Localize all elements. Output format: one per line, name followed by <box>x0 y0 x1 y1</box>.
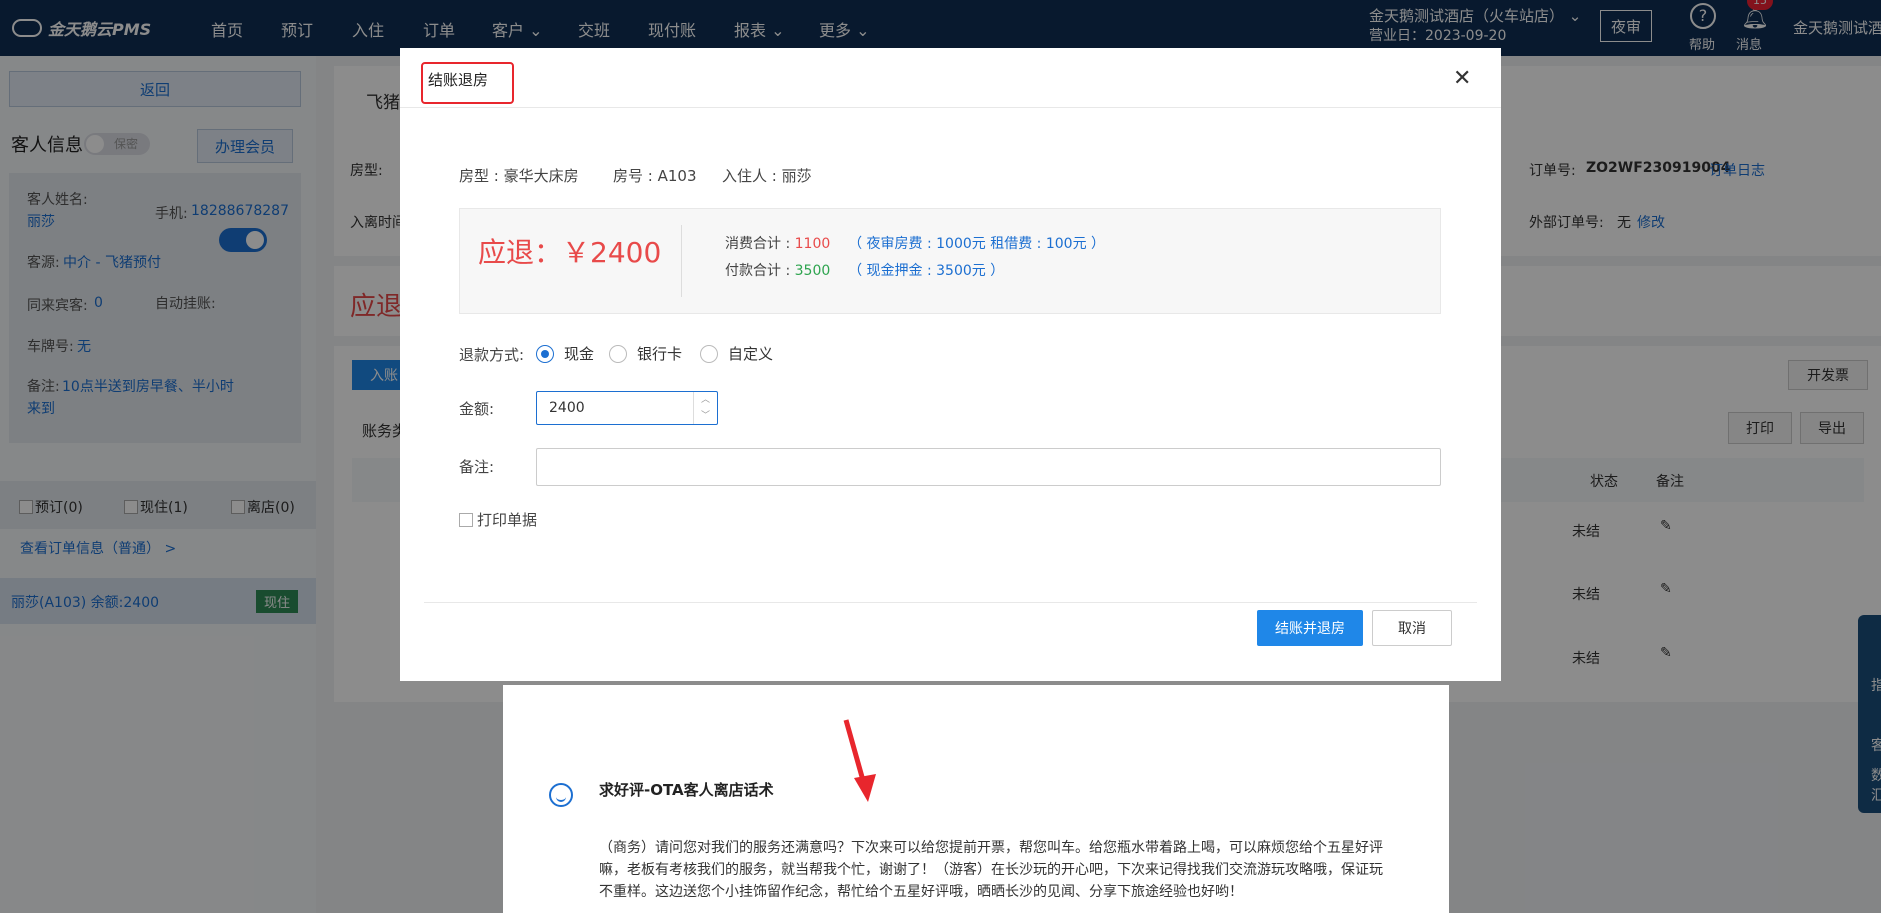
method-bank-card[interactable]: 银行卡 <box>609 343 682 364</box>
pay-value: 3500 <box>794 263 831 279</box>
title-highlight-box <box>421 62 514 104</box>
method-custom[interactable]: 自定义 <box>700 343 773 364</box>
chevron-down-icon[interactable]: ﹀ <box>694 408 717 424</box>
remark-label: 备注: <box>459 458 495 476</box>
amount-stepper[interactable]: ︿ ﹀ <box>693 392 717 424</box>
consume-detail: （ 夜审房费 : 1000元 租借费 : 100元 ） <box>848 236 1106 252</box>
radio-checked-icon[interactable] <box>536 344 554 363</box>
settlement-summary: 应退：￥2400 消费合计 : 1100 （ 夜审房费 : 1000元 租借费 … <box>459 208 1441 314</box>
red-arrow-annotation <box>843 719 876 802</box>
amount-label: 金额: <box>459 400 495 418</box>
room-type: 房型 : 豪华大床房 <box>459 167 579 185</box>
checkout-confirm-button[interactable]: 结账并退房 <box>1257 610 1363 646</box>
tip-title: 求好评-OTA客人离店话术 <box>599 781 774 799</box>
chevron-up-icon[interactable]: ︿ <box>694 392 717 408</box>
checkout-modal: 结账退房 ✕ 房型 : 豪华大床房 房号 : A103 入住人 : 丽莎 应退：… <box>400 48 1501 681</box>
consume-total: 消费合计 : 1100 （ 夜审房费 : 1000元 租借费 : 100元 ） <box>725 233 1105 253</box>
radio-icon[interactable] <box>609 344 627 363</box>
close-icon[interactable]: ✕ <box>1453 66 1471 91</box>
consume-value: 1100 <box>794 236 831 252</box>
pay-label: 付款合计 : <box>725 263 795 279</box>
divider <box>681 225 682 297</box>
method-cash-label: 现金 <box>564 345 595 363</box>
method-custom-label: 自定义 <box>728 345 774 363</box>
checkbox[interactable] <box>459 512 473 527</box>
method-cash[interactable]: 现金 <box>536 343 594 364</box>
consume-label: 消费合计 : <box>725 236 795 252</box>
divider <box>424 602 1477 603</box>
print-receipt-option[interactable]: 打印单据 <box>459 509 537 530</box>
method-bank-card-label: 银行卡 <box>637 345 683 363</box>
payment-total: 付款合计 : 3500 （ 现金押金 : 3500元 ） <box>725 260 1004 280</box>
radio-icon[interactable] <box>700 344 718 363</box>
tip-card: 求好评-OTA客人离店话术 （商务）请问您对我们的服务还满意吗？下次来可以给您提… <box>503 685 1449 913</box>
amount-input[interactable] <box>536 391 718 425</box>
smile-icon <box>549 783 573 807</box>
cancel-button[interactable]: 取消 <box>1372 610 1452 646</box>
print-receipt-label: 打印单据 <box>477 511 538 529</box>
guest-name: 入住人 : 丽莎 <box>722 167 812 185</box>
divider <box>400 107 1501 108</box>
remark-input[interactable] <box>536 448 1441 486</box>
refund-amount: 应退：￥2400 <box>478 236 662 269</box>
tip-line-3: 不重样。这边送您个小挂饰留作纪念，帮忙给个五星好评哦，晒晒长沙的见闻、分享下旅途… <box>599 884 1243 900</box>
pay-detail: （ 现金押金 : 3500元 ） <box>848 263 1005 279</box>
tip-body: （商务）请问您对我们的服务还满意吗？下次来可以给您提前开票，帮您叫车。给您瓶水带… <box>599 837 1411 903</box>
refund-method-label: 退款方式: <box>459 346 525 364</box>
tip-line-2: 嘛，老板有考核我们的服务，就当帮我个忙，谢谢了！（游客）在长沙玩的开心吧，下次来… <box>599 862 1383 878</box>
tip-line-1: （商务）请问您对我们的服务还满意吗？下次来可以给您提前开票，帮您叫车。给您瓶水带… <box>599 840 1383 856</box>
room-number: 房号 : A103 <box>613 167 697 185</box>
